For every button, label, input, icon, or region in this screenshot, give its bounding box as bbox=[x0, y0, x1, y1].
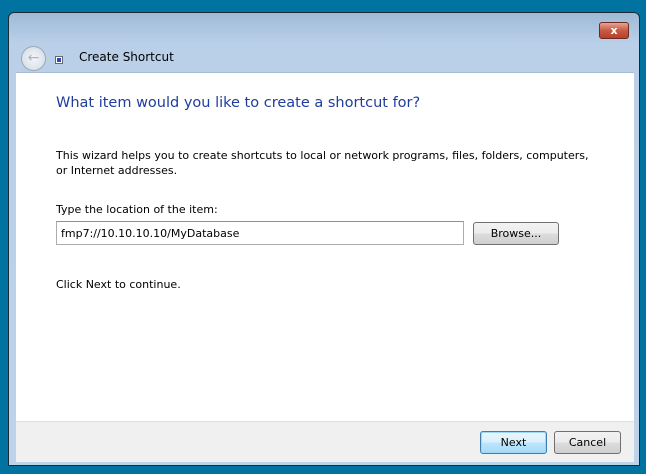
browse-button[interactable]: Browse... bbox=[473, 222, 559, 245]
close-icon: x bbox=[610, 24, 618, 37]
create-shortcut-window: x ← Create Shortcut What item would you … bbox=[8, 12, 640, 466]
wizard-footer: Next Cancel bbox=[16, 421, 634, 462]
page-heading: What item would you like to create a sho… bbox=[56, 95, 421, 111]
shortcut-icon bbox=[55, 56, 63, 64]
window-title: Create Shortcut bbox=[79, 50, 174, 64]
back-arrow-icon: ← bbox=[27, 50, 40, 66]
cancel-button[interactable]: Cancel bbox=[554, 431, 621, 454]
close-button[interactable]: x bbox=[599, 22, 629, 39]
back-button[interactable]: ← bbox=[21, 46, 46, 71]
location-label: Type the location of the item: bbox=[56, 203, 218, 216]
next-button[interactable]: Next bbox=[480, 431, 547, 454]
continue-instruction: Click Next to continue. bbox=[56, 278, 181, 291]
wizard-description: This wizard helps you to create shortcut… bbox=[56, 149, 589, 177]
wizard-content: What item would you like to create a sho… bbox=[16, 72, 634, 421]
location-input[interactable] bbox=[56, 221, 464, 245]
